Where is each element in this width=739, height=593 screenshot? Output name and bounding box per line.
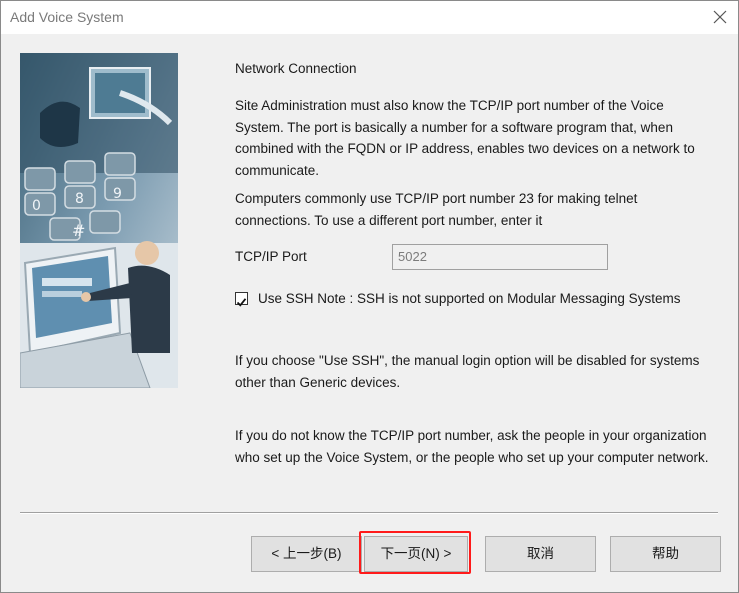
add-voice-system-dialog: Add Voice System # 9 8 0 Network Connect… (0, 0, 739, 593)
section-heading: Network Connection (235, 61, 357, 76)
window-title: Add Voice System (10, 9, 124, 25)
cancel-button[interactable]: 取消 (485, 536, 596, 572)
back-button[interactable]: < 上一步(B) (251, 536, 362, 572)
svg-text:9: 9 (113, 186, 122, 202)
next-button-highlight (359, 531, 471, 574)
close-icon[interactable] (708, 5, 732, 29)
description-paragraph-2: Computers commonly use TCP/IP port numbe… (235, 191, 638, 228)
use-ssh-label: Use SSH Note : SSH is not supported on M… (258, 291, 681, 306)
svg-text:#: # (72, 221, 85, 240)
help-info-paragraph: If you do not know the TCP/IP port numbe… (235, 428, 709, 465)
button-separator (20, 512, 718, 514)
use-ssh-checkbox[interactable] (235, 292, 248, 307)
svg-text:8: 8 (75, 191, 84, 207)
ssh-info-paragraph: If you choose "Use SSH", the manual logi… (235, 353, 700, 390)
checkmark-icon (236, 298, 247, 307)
tcp-ip-port-label: TCP/IP Port (235, 249, 307, 264)
svg-text:0: 0 (32, 198, 41, 214)
tcp-ip-port-input[interactable]: 5022 (392, 244, 608, 270)
title-bar: Add Voice System (1, 1, 738, 34)
description-paragraph-1: Site Administration must also know the T… (235, 98, 695, 178)
wizard-illustration: # 9 8 0 (20, 53, 178, 388)
help-button[interactable]: 帮助 (610, 536, 721, 572)
